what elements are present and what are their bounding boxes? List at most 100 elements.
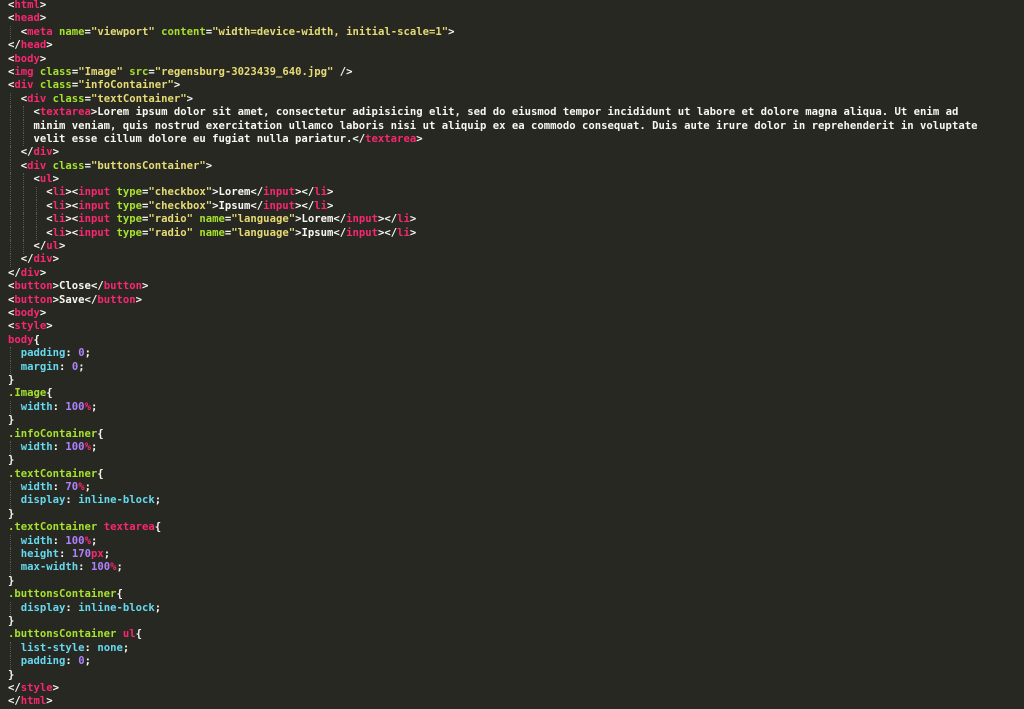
code-token: class bbox=[46, 159, 85, 172]
code-token: none bbox=[97, 641, 123, 654]
code-token: > bbox=[46, 39, 53, 52]
code-line: <li><input type="radio" name="language">… bbox=[8, 213, 977, 226]
code-token: > bbox=[135, 293, 142, 306]
code-line: <li><input type="radio" name="language">… bbox=[8, 227, 977, 240]
code-token: "Image" bbox=[78, 65, 123, 78]
code-line: </div> bbox=[8, 146, 977, 159]
code-token: input bbox=[263, 199, 296, 212]
code-token: input bbox=[78, 213, 111, 226]
code-token: div bbox=[33, 253, 53, 266]
code-token: ul bbox=[122, 628, 136, 641]
code-line: padding: 0; bbox=[8, 347, 977, 360]
code-token: div bbox=[27, 92, 47, 105]
code-token: content bbox=[154, 25, 206, 38]
code-token: 100 bbox=[90, 561, 111, 574]
code-token: src bbox=[122, 65, 149, 78]
code-token: </ bbox=[8, 266, 21, 279]
code-line: } bbox=[8, 454, 977, 467]
code-token: textarea bbox=[103, 521, 155, 534]
code-editor[interactable]: <html> <head> <meta name="viewport" conte… bbox=[0, 0, 1024, 709]
code-token: } bbox=[8, 614, 15, 627]
code-token: "regensburg-3023439_640.jpg" bbox=[154, 65, 334, 78]
code-line: <button>Close</button> bbox=[8, 280, 977, 293]
code-token: html bbox=[14, 0, 40, 11]
code-token: "buttonsContainer" bbox=[90, 159, 206, 172]
code-token: display bbox=[20, 494, 66, 507]
code-token: > bbox=[39, 306, 47, 319]
code-line: <body> bbox=[8, 53, 977, 66]
code-token: > bbox=[39, 52, 47, 65]
code-token: .textContainer bbox=[8, 521, 98, 534]
code-line: <li><input type="checkbox">Lorem</input>… bbox=[8, 186, 977, 199]
code-token: inline-block bbox=[78, 601, 155, 614]
code-token: < bbox=[8, 106, 40, 119]
code-token: input bbox=[346, 213, 378, 226]
code-token: textarea bbox=[365, 132, 417, 145]
code-token: button bbox=[14, 280, 53, 293]
code-token: div bbox=[14, 79, 34, 92]
code-line: padding: 0; bbox=[8, 655, 977, 668]
code-line: .buttonsContainer{ bbox=[8, 588, 977, 601]
code-token: width bbox=[20, 400, 53, 413]
code-token: ; bbox=[103, 548, 111, 561]
code-token: > bbox=[59, 240, 66, 253]
code-token: < bbox=[8, 173, 40, 186]
code-token: li bbox=[52, 213, 66, 226]
code-token: head bbox=[14, 12, 40, 25]
code-token: >< bbox=[65, 226, 79, 239]
code-token: li bbox=[314, 199, 327, 212]
code-line: minim veniam, quis nostrud exercitation … bbox=[8, 120, 978, 133]
code-line: } bbox=[8, 575, 977, 588]
code-token: html bbox=[20, 695, 47, 708]
code-token: inline-block bbox=[78, 494, 155, 507]
code-token: div bbox=[20, 266, 40, 279]
code-token: "infoContainer" bbox=[78, 79, 174, 92]
code-token: style bbox=[20, 681, 53, 694]
code-line: <textarea>Lorem ipsum dolor sit amet, co… bbox=[8, 106, 977, 119]
code-token: img bbox=[14, 65, 34, 78]
code-token: div bbox=[33, 146, 53, 159]
code-token: input bbox=[78, 226, 111, 239]
code-token: : bbox=[52, 440, 66, 453]
code-token: </ bbox=[8, 39, 21, 52]
code-token: name bbox=[193, 226, 225, 239]
code-token: li bbox=[314, 186, 327, 199]
code-token: : bbox=[65, 347, 79, 360]
code-token: .textContainer bbox=[8, 467, 98, 480]
code-token: "radio" bbox=[148, 226, 194, 239]
code-token: ></ bbox=[295, 199, 315, 212]
code-token: > bbox=[409, 213, 417, 226]
code-token: ></ bbox=[295, 186, 315, 199]
code-token: ; bbox=[84, 655, 91, 668]
code-token: } bbox=[8, 454, 15, 467]
code-token: li bbox=[397, 226, 410, 239]
code-token: .buttonsContainer bbox=[8, 588, 117, 601]
code-line: <button>Save</button> bbox=[8, 294, 977, 307]
code-token: ; bbox=[90, 534, 98, 547]
code-token: < bbox=[8, 25, 28, 38]
code-token: > bbox=[52, 173, 60, 186]
code-token: name bbox=[193, 213, 225, 226]
code-token: < bbox=[8, 159, 28, 172]
code-line: display: inline-block; bbox=[8, 602, 977, 615]
code-token: > bbox=[326, 186, 334, 199]
code-token: { bbox=[116, 588, 123, 601]
code-token: : bbox=[59, 360, 72, 373]
code-token: input bbox=[263, 186, 296, 199]
code-line: <ul> bbox=[8, 173, 977, 186]
code-token: > bbox=[52, 681, 60, 694]
code-line: height: 170px; bbox=[8, 548, 977, 561]
code-token: { bbox=[154, 521, 162, 534]
code-line: .infoContainer{ bbox=[8, 428, 977, 441]
code-line: body{ bbox=[8, 334, 977, 347]
code-token: > bbox=[326, 199, 334, 212]
code-token: > bbox=[205, 159, 213, 172]
code-token: width bbox=[20, 481, 53, 494]
